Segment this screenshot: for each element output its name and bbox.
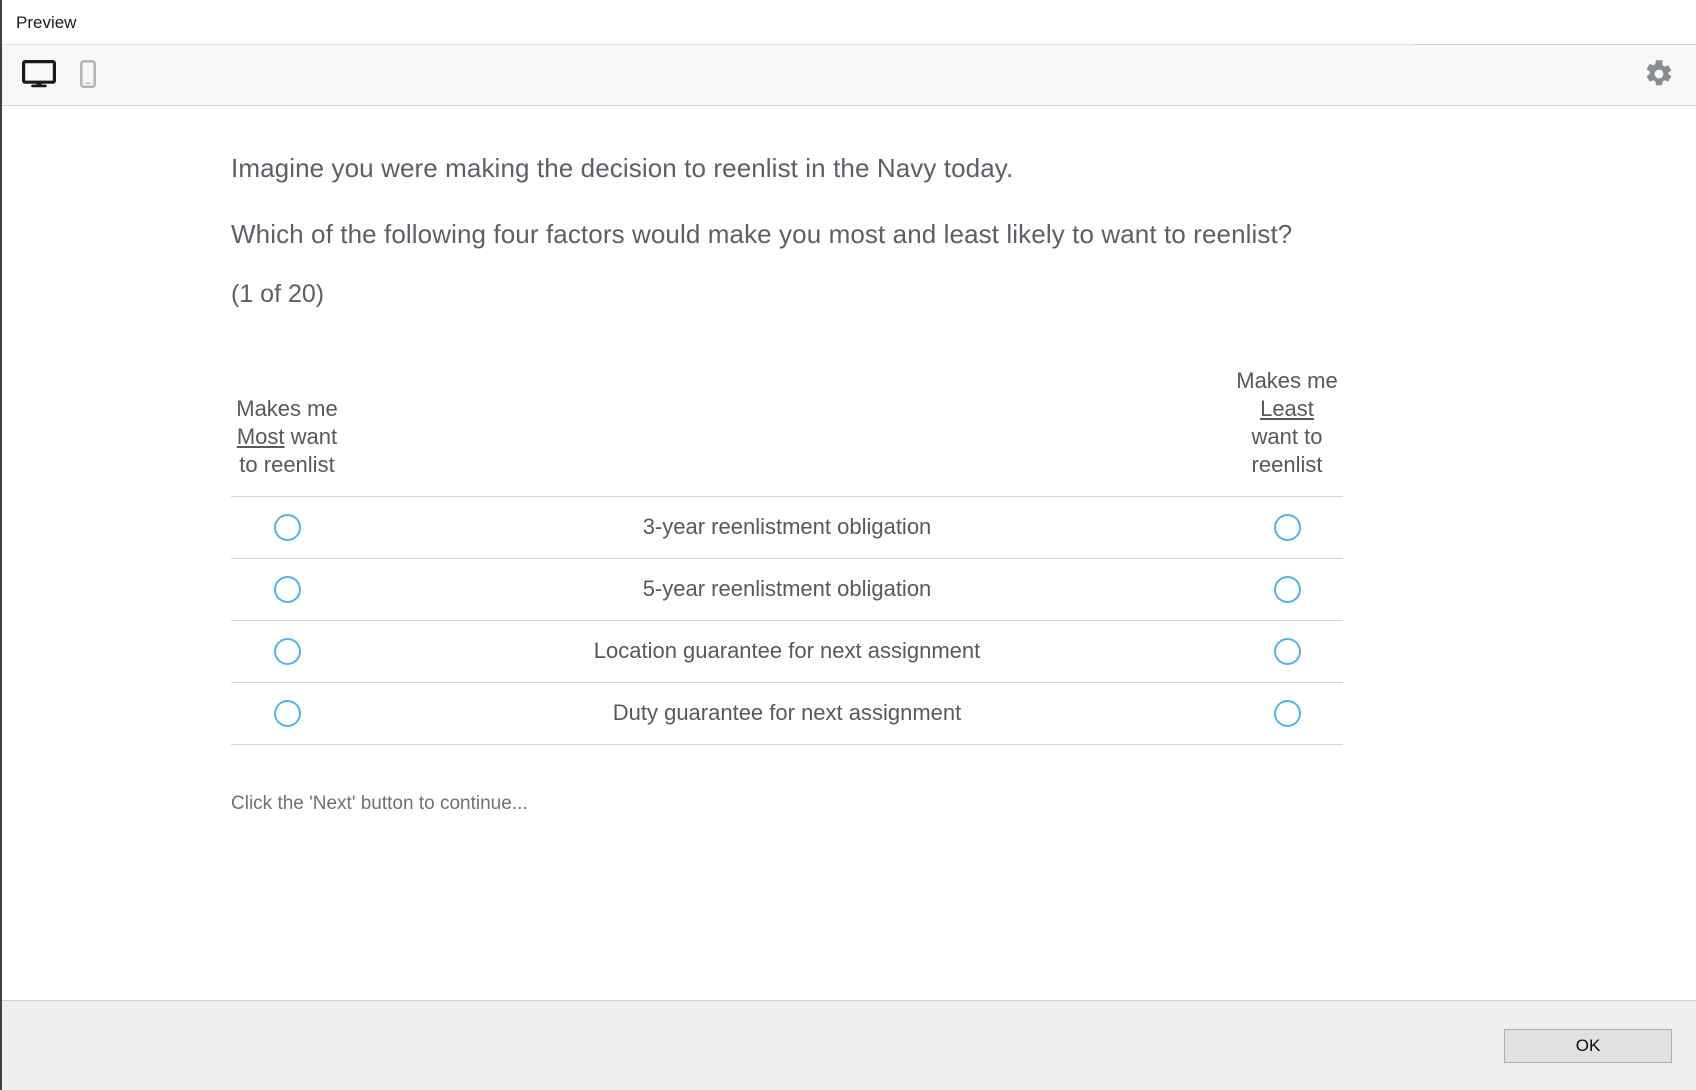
item-label-1: 5-year reenlistment obligation — [343, 557, 1231, 621]
window-titlebar: Preview — [2, 0, 1696, 44]
item-label-0: 3-year reenlistment obligation — [343, 495, 1231, 559]
most-header-line3: to reenlist — [239, 452, 335, 478]
radio-most-0[interactable] — [273, 513, 301, 541]
least-radio-cell-3 — [1231, 681, 1343, 745]
dialog-footer: OK — [2, 1000, 1696, 1090]
most-radio-cell-1 — [231, 557, 343, 621]
column-header-spacer — [343, 367, 1231, 496]
survey-body: Imagine you were making the decision to … — [231, 150, 1343, 815]
desktop-monitor-icon — [22, 59, 56, 91]
table-row: Location guarantee for next assignment — [231, 619, 1343, 683]
most-header-emphasis: Most — [236, 424, 285, 450]
survey-intro-text: Imagine you were making the decision to … — [231, 153, 1014, 183]
preview-content: Imagine you were making the decision to … — [2, 106, 1696, 1000]
radio-most-3[interactable] — [273, 699, 301, 727]
radio-most-2[interactable] — [273, 637, 301, 665]
radio-least-2[interactable] — [1273, 637, 1301, 665]
least-radio-cell-2 — [1231, 619, 1343, 683]
mobile-preview-button[interactable] — [78, 58, 98, 93]
survey-page: Imagine you were making the decision to … — [2, 106, 1696, 815]
item-label-3: Duty guarantee for next assignment — [343, 681, 1231, 745]
device-toggle-group — [20, 58, 98, 93]
preview-toolbar — [2, 44, 1696, 106]
least-header-line1: Makes me — [1236, 367, 1338, 393]
least-header-line2: want to — [1251, 424, 1323, 450]
maxdiff-table: Makes me Most want to reenlist Makes me … — [231, 367, 1343, 745]
maxdiff-table-head: Makes me Most want to reenlist Makes me … — [231, 367, 1343, 496]
radio-least-0[interactable] — [1273, 513, 1301, 541]
column-header-least: Makes me Least want to reenlist — [1231, 367, 1343, 496]
most-radio-cell-0 — [231, 495, 343, 559]
most-header-line1: Makes me — [236, 396, 338, 422]
preview-window: Preview Imagine you were making the deci… — [0, 0, 1696, 1090]
most-header-line2-rest: want — [284, 424, 338, 450]
settings-button[interactable] — [1642, 57, 1676, 94]
table-row: 5-year reenlistment obligation — [231, 557, 1343, 621]
maxdiff-header-row: Makes me Most want to reenlist Makes me … — [231, 367, 1343, 496]
table-row: 3-year reenlistment obligation — [231, 495, 1343, 559]
radio-least-3[interactable] — [1273, 699, 1301, 727]
ok-button[interactable]: OK — [1504, 1028, 1672, 1063]
window-title: Preview — [16, 12, 77, 32]
most-radio-cell-2 — [231, 619, 343, 683]
most-radio-cell-3 — [231, 681, 343, 745]
desktop-preview-button[interactable] — [20, 58, 58, 93]
gear-icon — [1644, 59, 1674, 92]
survey-page-counter: (1 of 20) — [231, 279, 325, 308]
item-label-2: Location guarantee for next assignment — [343, 619, 1231, 683]
least-header-emphasis: Least — [1260, 396, 1314, 422]
radio-most-1[interactable] — [273, 575, 301, 603]
table-row: Duty guarantee for next assignment — [231, 681, 1343, 745]
maxdiff-table-body: 3-year reenlistment obligation 5-year re… — [231, 495, 1343, 745]
least-radio-cell-1 — [1231, 557, 1343, 621]
least-radio-cell-0 — [1231, 495, 1343, 559]
survey-hint-text: Click the 'Next' button to continue... — [231, 792, 528, 814]
mobile-phone-icon — [79, 59, 96, 91]
least-header-line3: reenlist — [1251, 452, 1323, 478]
radio-least-1[interactable] — [1273, 575, 1301, 603]
column-header-most: Makes me Most want to reenlist — [231, 367, 343, 496]
toolbar-actions — [1642, 57, 1676, 94]
survey-question-text: Which of the following four factors woul… — [231, 218, 1293, 249]
